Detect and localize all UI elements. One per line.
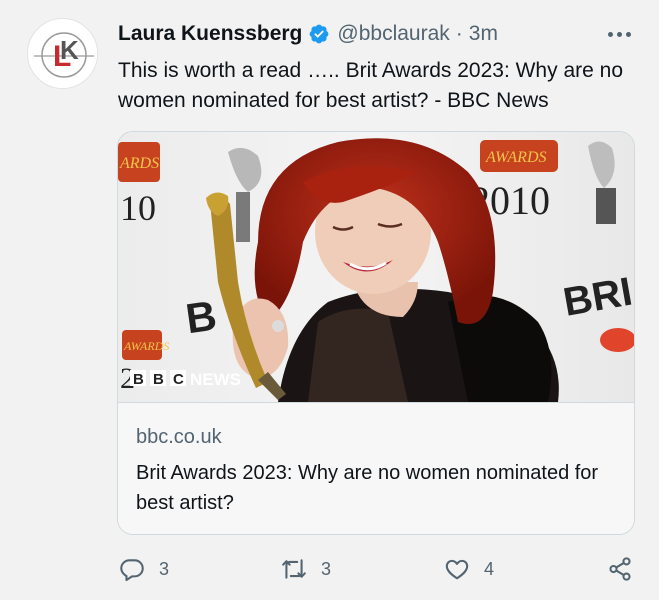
card-image[interactable]: ARDS 10 AWARDS 2 B AWARDS 2010 BRI B B C… [118, 132, 635, 402]
bbc-logo-b2: B [153, 371, 164, 388]
tweet-header: Laura Kuenssberg @bbclaurak · 3m [118, 20, 498, 48]
author-handle[interactable]: @bbclaurak [337, 22, 449, 46]
bbc-logo-c: C [173, 371, 184, 388]
avatar[interactable]: L K [27, 18, 98, 89]
like-count: 4 [484, 558, 495, 579]
tweet-timestamp[interactable]: 3m [469, 22, 498, 46]
board-left-low: AWARDS [123, 339, 169, 353]
retweet-icon [282, 559, 306, 579]
like-icon [445, 559, 469, 580]
bbc-logo-news: NEWS [190, 370, 241, 389]
avatar-letter-k: K [60, 35, 79, 65]
board-mid-b: B [183, 292, 220, 343]
board-left-top: ARDS [119, 155, 159, 172]
verified-badge-icon [309, 24, 329, 44]
more-icon[interactable] [604, 22, 634, 46]
retweet-count: 3 [321, 558, 332, 579]
tweet-text: This is worth a read ….. Brit Awards 202… [118, 59, 623, 112]
share-button[interactable] [607, 552, 633, 586]
bbc-logo-b1: B [133, 371, 144, 388]
retweet-button[interactable]: 3 [281, 552, 331, 586]
card-meta[interactable]: bbc.co.uk Brit Awards 2023: Why are no w… [118, 402, 634, 534]
share-icon [609, 557, 631, 581]
reply-icon [120, 559, 144, 582]
board-left-year: 10 [120, 188, 156, 228]
card-domain: bbc.co.uk [136, 426, 222, 448]
author-name[interactable]: Laura Kuenssberg [118, 22, 302, 46]
tweet-actions: 3 3 4 [0, 552, 659, 586]
card-title[interactable]: Brit Awards 2023: Why are no women nomin… [136, 458, 616, 518]
board-right-top: AWARDS [485, 149, 547, 166]
link-card[interactable]: ARDS 10 AWARDS 2 B AWARDS 2010 BRI B B C… [117, 131, 635, 535]
reply-count: 3 [159, 558, 170, 579]
reply-button[interactable]: 3 [119, 552, 169, 586]
like-button[interactable]: 4 [444, 552, 494, 586]
separator-dot: · [455, 22, 463, 45]
avatar-logo: L K [29, 20, 97, 88]
tweet[interactable]: L K Laura Kuenssberg @bbclaurak · 3m Thi… [0, 0, 659, 600]
